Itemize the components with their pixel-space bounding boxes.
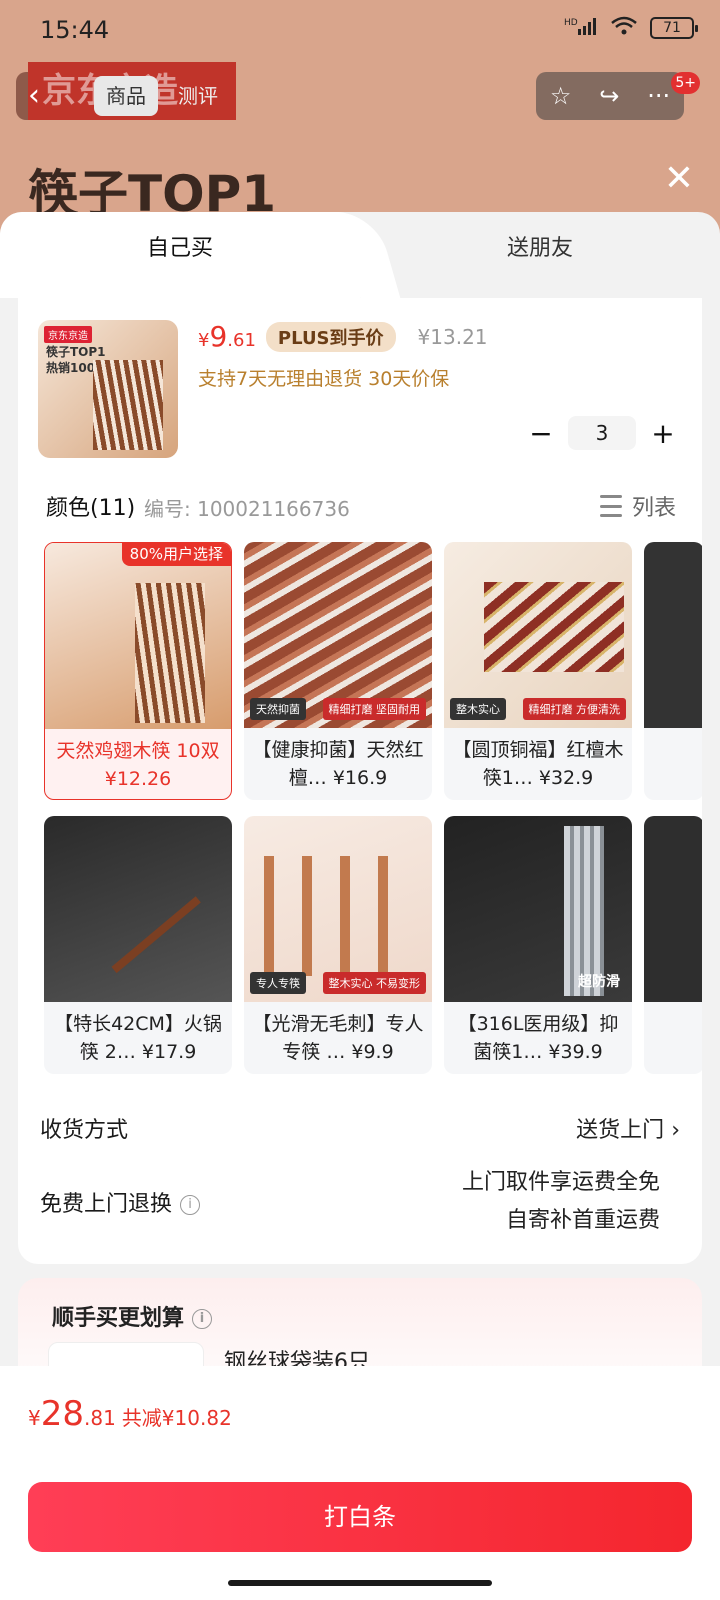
variant-label: 【316L医用级】抑菌筷1… ¥39.9	[457, 1013, 619, 1063]
sheet-tabs: 自己买 送朋友	[0, 212, 720, 298]
background-tab-product[interactable]: 商品	[94, 76, 158, 116]
variant-feature: 整木实心 不易变形	[322, 972, 426, 994]
list-toggle-label: 列表	[631, 496, 676, 521]
variant-grid: 80%用户选择 天然鸡翅木筷 10双 ¥12.26 天然抑菌 精细打磨 坚固耐用…	[44, 542, 702, 1076]
quantity-stepper: − 3 +	[524, 416, 680, 450]
variant-feature: 超防滑	[578, 974, 620, 990]
free-return-line1: 上门取件享运费全免	[461, 1170, 660, 1195]
chopsticks-image	[93, 360, 163, 450]
variant-tag: 专人专筷	[250, 972, 306, 994]
network-type-label: HD	[564, 18, 578, 28]
variant-item[interactable]: 专人专筷 整木实心 不易变形 【光滑无毛刺】专人专筷 … ¥9.9	[244, 816, 432, 1074]
bundle-title: 顺手买更划算 i	[52, 1300, 213, 1332]
free-return-row: 免费上门退换 i 上门取件享运费全免 自寄补首重运费	[40, 1164, 680, 1244]
list-view-toggle[interactable]: 列表	[599, 490, 676, 522]
total-price: ¥28.81 共减¥10.82	[28, 1394, 232, 1434]
product-thumbnail[interactable]: 京东京造 筷子TOP1 热销100W+	[38, 320, 178, 458]
variant-image	[45, 543, 231, 729]
variant-image: 超防滑	[444, 816, 632, 1002]
signal-icon: HD	[564, 16, 598, 40]
notification-badge: 5+	[671, 72, 700, 94]
info-icon[interactable]: i	[192, 1309, 213, 1329]
variant-label: 【特长42CM】火锅筷 2… ¥17.9	[54, 1013, 222, 1063]
status-bar: 15:44 HD 71	[0, 0, 720, 62]
more-icon[interactable]: ···	[647, 82, 670, 110]
price-currency: ¥	[198, 330, 210, 351]
background-tab-review[interactable]: 测评	[178, 76, 218, 116]
color-section-title: 颜色(11)	[46, 496, 136, 521]
star-icon[interactable]: ☆	[550, 82, 572, 110]
product-code: 编号: 100021166736	[144, 497, 350, 521]
quantity-field[interactable]: 3	[568, 416, 636, 450]
variant-image	[644, 816, 702, 1002]
variant-image	[44, 816, 232, 1002]
variant-feature: 精细打磨 方便清洗	[522, 698, 626, 720]
info-icon[interactable]: i	[180, 1195, 201, 1215]
variant-item[interactable]: 【特长42CM】火锅筷 2… ¥17.9	[44, 816, 232, 1074]
total-currency: ¥	[28, 1406, 41, 1430]
back-icon[interactable]: ‹	[28, 78, 40, 113]
variant-item-partial[interactable]	[644, 816, 702, 1074]
original-price: ¥13.21	[417, 324, 488, 349]
price-integer: 9	[209, 320, 228, 353]
price-decimal: .61	[227, 330, 256, 351]
delivery-method-row[interactable]: 收货方式 送货上门 ›	[40, 1112, 680, 1144]
popular-choice-badge: 80%用户选择	[121, 543, 231, 566]
variant-feature: 精细打磨 坚固耐用	[322, 698, 426, 720]
bundle-title-text: 顺手买更划算	[52, 1306, 185, 1331]
variant-image: 专人专筷 整木实心 不易变形	[244, 816, 432, 1002]
battery-icon: 71	[650, 17, 698, 39]
variant-item[interactable]: 80%用户选择 天然鸡翅木筷 10双 ¥12.26	[44, 542, 232, 800]
status-time: 15:44	[40, 16, 110, 44]
variant-item-partial[interactable]	[644, 542, 702, 800]
status-icons: HD 71	[564, 16, 698, 40]
wifi-icon	[610, 16, 638, 40]
variant-label: 【圆顶铜福】红檀木筷1… ¥32.9	[452, 739, 624, 789]
free-return-detail: 上门取件享运费全免 自寄补首重运费	[462, 1164, 660, 1240]
checkout-bar: ¥28.81 共减¥10.82 打白条	[0, 1366, 720, 1600]
variant-tag: 天然抑菌	[250, 698, 306, 720]
pay-button[interactable]: 打白条	[28, 1482, 692, 1552]
list-icon	[599, 495, 622, 517]
free-return-label: 免费上门退换 i	[40, 1186, 201, 1218]
home-indicator[interactable]	[228, 1580, 492, 1586]
total-integer: 28	[40, 1394, 84, 1434]
close-icon[interactable]: ✕	[664, 158, 694, 199]
variant-image	[644, 542, 702, 728]
total-decimal: .81	[84, 1406, 116, 1430]
plus-price: ¥9.61	[198, 320, 256, 353]
free-return-line2: 自寄补首重运费	[505, 1208, 660, 1233]
variant-label: 【健康抑菌】天然红檀… ¥16.9	[252, 739, 424, 789]
variant-label: 天然鸡翅木筷 10双 ¥12.26	[56, 740, 220, 790]
increase-button[interactable]: +	[646, 417, 680, 450]
total-discount: 共减¥10.82	[121, 1406, 232, 1430]
share-icon[interactable]: ↪	[599, 82, 619, 110]
product-options-card: 京东京造 筷子TOP1 热销100W+ ¥9.61 PLUS到手价 ¥13.21…	[18, 298, 702, 1264]
service-promise: 支持7天无理由退货 30天价保	[198, 368, 450, 390]
chevron-right-icon: ›	[671, 1118, 680, 1143]
variant-tag: 整木实心	[450, 698, 506, 720]
variant-image: 整木实心 精细打磨 方便清洗	[444, 542, 632, 728]
background-nav-right: ☆ ↪ ···	[536, 72, 684, 120]
plus-price-tag: PLUS到手价	[265, 321, 396, 352]
tab-gift-friend[interactable]: 送朋友	[360, 212, 720, 298]
variant-item[interactable]: 整木实心 精细打磨 方便清洗 【圆顶铜福】红檀木筷1… ¥32.9	[444, 542, 632, 800]
thumb-logo: 京东京造	[44, 326, 92, 343]
tab-buy-self[interactable]: 自己买	[0, 212, 360, 298]
free-return-text: 免费上门退换	[40, 1192, 173, 1217]
delivery-label: 收货方式	[40, 1118, 129, 1143]
decrease-button[interactable]: −	[524, 417, 558, 450]
delivery-value-text: 送货上门	[576, 1118, 665, 1143]
variant-image: 天然抑菌 精细打磨 坚固耐用	[244, 542, 432, 728]
variant-label: 【光滑无毛刺】专人专筷 … ¥9.9	[252, 1013, 424, 1063]
variant-item[interactable]: 天然抑菌 精细打磨 坚固耐用 【健康抑菌】天然红檀… ¥16.9	[244, 542, 432, 800]
variant-item[interactable]: 超防滑 【316L医用级】抑菌筷1… ¥39.9	[444, 816, 632, 1074]
price-row: ¥9.61 PLUS到手价 ¥13.21	[198, 320, 488, 353]
delivery-value: 送货上门 ›	[576, 1112, 680, 1144]
